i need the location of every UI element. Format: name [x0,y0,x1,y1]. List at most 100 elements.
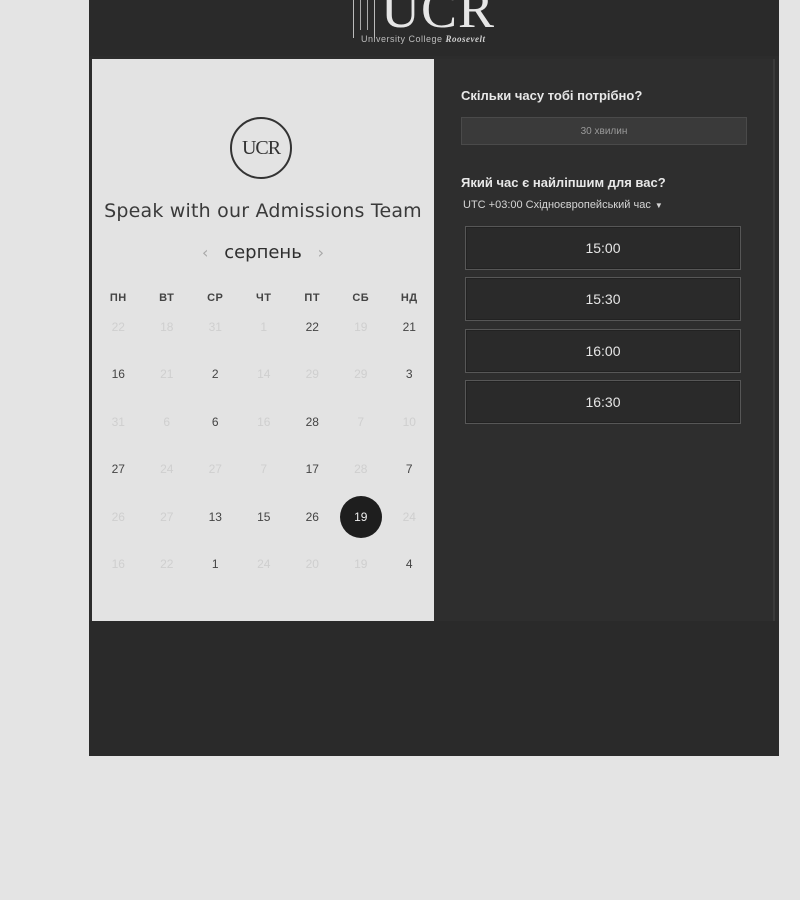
duration-select[interactable]: 30 хвилин [461,117,747,145]
calendar-day: 29 [288,354,337,394]
calendar-day-number: 21 [402,319,416,334]
calendar-day-number: 24 [257,557,271,572]
calendar-day[interactable]: 27 [94,449,143,489]
calendar-day-number: 22 [111,319,125,334]
calendar-day-number: 10 [402,414,416,429]
caret-down-icon: ▼ [654,201,663,210]
time-slot-button[interactable]: 15:00 [465,226,741,270]
calendar-day-number: 7 [405,462,413,477]
calendar-day[interactable]: 2 [191,354,240,394]
calendar-week-row: 26 27 13 15 26 19 24 [94,493,434,541]
calendar-day-number: 27 [160,509,174,524]
calendar-day: 19 [337,544,386,584]
calendar-day-number: 1 [211,557,219,572]
calendar-day-number: 29 [354,367,368,382]
calendar-day-number: 7 [357,414,365,429]
calendar-day[interactable]: 6 [191,402,240,442]
duration-question: Скільки часу тобі потрібно? [461,88,643,103]
calendar-day: 27 [191,449,240,489]
time-question: Який час є найліпшим для вас? [461,175,666,190]
month-navigation: ‹ серпень › [92,240,434,264]
time-slot-button[interactable]: 15:30 [465,277,741,321]
calendar-day-number: 21 [160,367,174,382]
calendar-day-number: 16 [111,367,125,382]
calendar-day: 28 [337,449,386,489]
calendar-week-row: 27 24 27 7 17 28 7 [94,446,434,494]
calendar-day-number: 7 [260,462,268,477]
calendar-day[interactable]: 28 [288,402,337,442]
calendar-week-row: 16 22 1 24 20 19 4 [94,541,434,589]
calendar-week-row: 22 18 31 1 22 19 21 [94,303,434,351]
calendar-day-number: 22 [160,557,174,572]
calendar-day: 14 [240,354,289,394]
calendar-day: 22 [143,544,192,584]
calendar-day[interactable]: 1 [191,544,240,584]
timezone-selector[interactable]: UTC +03:00 Східноєвропейський час ▼ [463,199,663,211]
calendar-panel: UCR Speak with our Admissions Team ‹ сер… [92,59,434,621]
calendar-day-number: 6 [211,414,219,429]
calendar-day-number: 4 [405,557,413,572]
logo-subtitle-text: University College [361,34,443,44]
calendar-day[interactable]: 15 [240,497,289,537]
month-label: серпень [224,241,302,263]
calendar-day: 21 [143,354,192,394]
calendar-day: 27 [143,497,192,537]
calendar-day-number: 24 [402,509,416,524]
chevron-right-icon[interactable]: › [312,243,330,262]
calendar-day: 24 [240,544,289,584]
calendar-day: 22 [94,307,143,347]
calendar-day: 24 [143,449,192,489]
calendar-day-number: 29 [305,367,319,382]
crest-icon [353,0,375,38]
calendar-day[interactable]: 26 [288,497,337,537]
logo-text: UCR [381,0,496,39]
calendar-day-number: 19 [354,319,368,334]
chevron-left-icon[interactable]: ‹ [196,243,214,262]
calendar-day-number: 16 [111,557,125,572]
calendar-day-number: 19 [339,495,382,538]
ucr-badge-logo: UCR [230,117,292,179]
calendar-day[interactable]: 4 [385,544,434,584]
time-slot-button[interactable]: 16:00 [465,329,741,373]
calendar-day[interactable]: 21 [385,307,434,347]
calendar-day-number: 18 [160,319,174,334]
calendar-day-number: 31 [208,319,222,334]
timezone-label: UTC +03:00 Східноєвропейський час [463,199,651,211]
calendar-day: 1 [240,307,289,347]
calendar-day-number: 20 [305,557,319,572]
calendar-day-number: 1 [260,319,268,334]
calendar-day-selected[interactable]: 19 [337,495,386,538]
header-bar: UCR University College Roosevelt [89,0,779,56]
calendar-grid: 22 18 31 1 22 19 21 16 21 2 14 29 29 3 31 6 6 16 28 7 10 27 24… [94,303,434,588]
calendar-day: 26 [94,497,143,537]
calendar-day: 16 [240,402,289,442]
calendar-day-number: 2 [211,367,219,382]
calendar-day: 29 [337,354,386,394]
footer-area [89,621,779,756]
calendar-day: 7 [240,449,289,489]
calendar-day[interactable]: 16 [94,354,143,394]
calendar-day-number: 17 [305,462,319,477]
calendar-day-number: 24 [160,462,174,477]
calendar-day-number: 28 [305,414,319,429]
calendar-day[interactable]: 13 [191,497,240,537]
calendar-week-row: 31 6 6 16 28 7 10 [94,398,434,446]
calendar-day-number: 28 [354,462,368,477]
calendar-day[interactable]: 17 [288,449,337,489]
calendar-day: 31 [94,402,143,442]
time-slot-button[interactable]: 16:30 [465,380,741,424]
booking-panel: Скільки часу тобі потрібно? 30 хвилин Як… [434,59,775,621]
calendar-day-number: 26 [305,509,319,524]
calendar-day: 16 [94,544,143,584]
calendar-day[interactable]: 3 [385,354,434,394]
calendar-day-number: 15 [257,509,271,524]
calendar-day-number: 19 [354,557,368,572]
calendar-day: 19 [337,307,386,347]
calendar-day[interactable]: 7 [385,449,434,489]
calendar-day-number: 27 [111,462,125,477]
calendar-day[interactable]: 22 [288,307,337,347]
calendar-week-row: 16 21 2 14 29 29 3 [94,351,434,399]
calendar-day-number: 16 [257,414,271,429]
calendar-day: 6 [143,402,192,442]
calendar-day: 31 [191,307,240,347]
